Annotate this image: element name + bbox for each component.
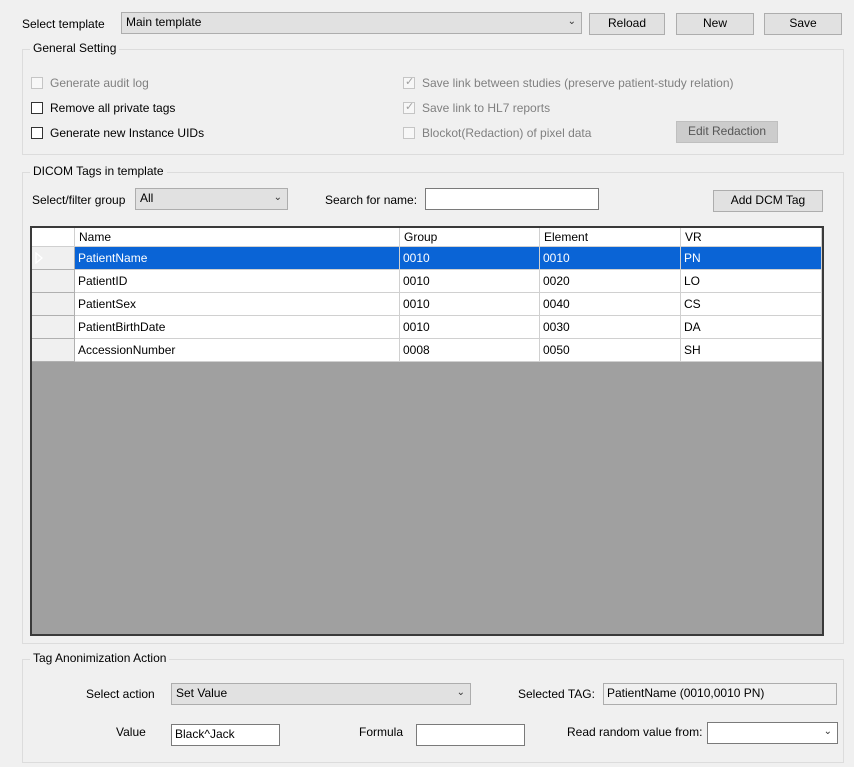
cell-vr: LO — [681, 270, 822, 293]
cell-group: 0010 — [400, 293, 540, 316]
filter-group-select[interactable]: All ⌄ — [135, 188, 288, 210]
save-link-hl7-checkbox[interactable]: ✓ — [403, 101, 415, 114]
new-button[interactable]: New — [676, 13, 754, 35]
cell-name: PatientName — [75, 247, 400, 270]
cell-group: 0010 — [400, 247, 540, 270]
selected-tag-field[interactable]: PatientName (0010,0010 PN) — [603, 683, 837, 705]
template-select-value: Main template — [126, 15, 202, 29]
add-dcm-tag-button[interactable]: Add DCM Tag — [713, 190, 823, 212]
row-pointer-icon — [35, 252, 44, 264]
check-icon: ✓ — [405, 76, 415, 88]
cell-name: PatientID — [75, 270, 400, 293]
select-action-label: Select action — [86, 687, 155, 701]
chevron-down-icon: ⌄ — [456, 687, 465, 698]
row-header[interactable] — [32, 293, 75, 316]
search-name-input[interactable] — [425, 188, 599, 210]
reload-button[interactable]: Reload — [589, 13, 665, 35]
tags-grid: Name Group Element VR PatientName 0010 0… — [30, 226, 824, 636]
select-template-label: Select template — [22, 17, 105, 31]
remove-private-checkbox[interactable] — [31, 102, 43, 114]
formula-input[interactable] — [416, 724, 525, 746]
cell-name: AccessionNumber — [75, 339, 400, 362]
cell-group: 0008 — [400, 339, 540, 362]
selected-tag-label: Selected TAG: — [518, 687, 595, 701]
chevron-down-icon: ⌄ — [273, 192, 282, 203]
column-header-vr[interactable]: VR — [681, 228, 822, 247]
filter-group-value: All — [140, 191, 154, 205]
cell-element: 0050 — [540, 339, 681, 362]
cell-vr: DA — [681, 316, 822, 339]
filter-group-label: Select/filter group — [32, 193, 126, 207]
new-uids-checkbox[interactable] — [31, 127, 43, 139]
cell-vr: CS — [681, 293, 822, 316]
row-header[interactable] — [32, 270, 75, 293]
audit-log-label: Generate audit log — [50, 76, 149, 90]
search-name-label: Search for name: — [325, 193, 418, 207]
select-action-select[interactable]: Set Value ⌄ — [171, 683, 471, 705]
value-input[interactable]: Black^Jack — [171, 724, 280, 746]
tag-action-group — [22, 659, 844, 763]
edit-redaction-button[interactable]: Edit Redaction — [676, 121, 778, 143]
blockout-checkbox[interactable] — [403, 127, 415, 139]
column-header-name[interactable]: Name — [75, 228, 400, 247]
cell-vr: PN — [681, 247, 822, 270]
random-value-select[interactable]: ⌄ — [707, 722, 838, 744]
template-select[interactable]: Main template ⌄ — [121, 12, 582, 34]
row-header[interactable] — [32, 247, 75, 270]
audit-log-checkbox[interactable] — [31, 77, 43, 89]
save-link-hl7-label: Save link to HL7 reports — [422, 101, 551, 115]
blockout-label: Blockot(Redaction) of pixel data — [422, 126, 592, 140]
column-header-group[interactable]: Group — [400, 228, 540, 247]
save-link-studies-checkbox[interactable]: ✓ — [403, 76, 415, 89]
check-icon: ✓ — [405, 101, 415, 113]
formula-label: Formula — [359, 725, 404, 739]
save-button[interactable]: Save — [764, 13, 842, 35]
save-link-studies-label: Save link between studies (preserve pati… — [422, 76, 734, 90]
chevron-down-icon: ⌄ — [823, 726, 832, 737]
chevron-down-icon: ⌄ — [567, 16, 576, 27]
row-header[interactable] — [32, 316, 75, 339]
column-header-element[interactable]: Element — [540, 228, 681, 247]
cell-vr: SH — [681, 339, 822, 362]
cell-element: 0020 — [540, 270, 681, 293]
tag-action-legend: Tag Anonimization Action — [30, 651, 170, 665]
value-label: Value — [116, 725, 146, 739]
select-action-value: Set Value — [176, 686, 228, 700]
cell-element: 0010 — [540, 247, 681, 270]
random-value-label: Read random value from: — [567, 725, 703, 739]
cell-name: PatientBirthDate — [75, 316, 400, 339]
cell-element: 0040 — [540, 293, 681, 316]
remove-private-label: Remove all private tags — [50, 101, 176, 115]
cell-name: PatientSex — [75, 293, 400, 316]
cell-element: 0030 — [540, 316, 681, 339]
grid-corner-header — [32, 228, 75, 247]
new-uids-label: Generate new Instance UIDs — [50, 126, 205, 140]
row-header[interactable] — [32, 339, 75, 362]
cell-group: 0010 — [400, 316, 540, 339]
dicom-tags-legend: DICOM Tags in template — [30, 164, 167, 178]
cell-group: 0010 — [400, 270, 540, 293]
general-setting-legend: General Setting — [30, 41, 120, 55]
